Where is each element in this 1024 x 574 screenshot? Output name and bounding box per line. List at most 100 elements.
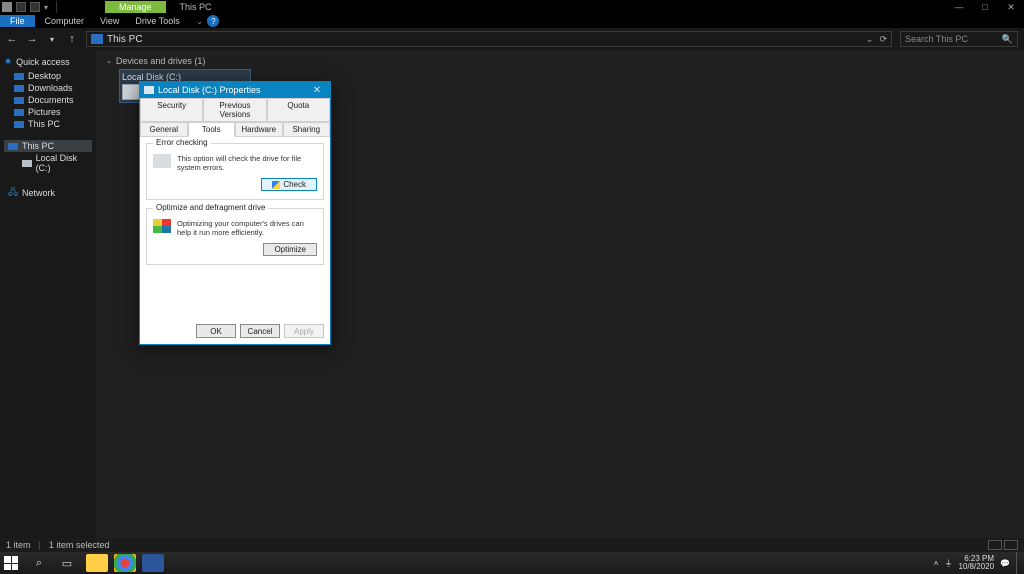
status-bar: 1 item | 1 item selected xyxy=(0,538,1024,552)
taskbar-app-chrome[interactable] xyxy=(114,554,136,572)
minimize-button[interactable]: — xyxy=(946,0,972,14)
sidebar-item-documents[interactable]: Documents xyxy=(4,94,92,106)
quick-access-label: Quick access xyxy=(16,57,70,67)
sidebar-item-desktop[interactable]: Desktop xyxy=(4,70,92,82)
search-icon[interactable]: ⌕ xyxy=(30,555,48,571)
address-dropdown-icon[interactable]: ⌄ xyxy=(866,34,874,45)
tray-notifications-icon[interactable]: 💬 xyxy=(1000,559,1010,568)
tab-general[interactable]: General xyxy=(140,122,188,137)
qa-icon[interactable] xyxy=(16,2,26,12)
tray-date: 10/8/2020 xyxy=(958,563,994,571)
tab-security[interactable]: Security xyxy=(140,98,203,122)
folder-icon xyxy=(14,97,24,104)
tab-tools[interactable]: Tools xyxy=(188,122,236,137)
tray-clock[interactable]: 6:23 PM 10/8/2020 xyxy=(958,555,994,571)
sidebar-item-label: Downloads xyxy=(28,83,73,93)
view-large-button[interactable] xyxy=(1004,540,1018,550)
qa-dropdown-icon[interactable]: ▾ xyxy=(44,3,48,12)
taskbar: ⌕ ▭ ˄ ⏚ 6:23 PM 10/8/2020 💬 xyxy=(0,552,1024,574)
properties-dialog: Local Disk (C:) Properties ✕ Security Pr… xyxy=(139,81,331,345)
separator xyxy=(56,1,57,13)
sidebar-item-downloads[interactable]: Downloads xyxy=(4,82,92,94)
sidebar-item-label: Desktop xyxy=(28,71,61,81)
nav-back-icon[interactable]: ← xyxy=(6,33,18,45)
ribbon-tab-view[interactable]: View xyxy=(100,16,119,26)
sidebar-item-label: This PC xyxy=(28,119,60,129)
show-desktop-button[interactable] xyxy=(1016,552,1020,574)
maximize-button[interactable]: □ xyxy=(972,0,998,14)
system-tray[interactable]: ˄ ⏚ 6:23 PM 10/8/2020 💬 xyxy=(934,555,1010,571)
folder-icon xyxy=(14,73,24,80)
ribbon-tab-computer[interactable]: Computer xyxy=(45,16,85,26)
drive-check-icon xyxy=(153,154,171,168)
tab-quota[interactable]: Quota xyxy=(267,98,330,122)
pc-icon xyxy=(91,34,103,44)
button-label: Check xyxy=(283,180,306,189)
taskbar-app-word[interactable] xyxy=(142,554,164,572)
sidebar-item-label: This PC xyxy=(22,141,54,151)
ribbon-file[interactable]: File xyxy=(0,15,35,27)
tray-network-icon[interactable]: ⏚ xyxy=(944,558,952,569)
address-text: This PC xyxy=(107,34,143,45)
sidebar-quick-access[interactable]: ★ Quick access xyxy=(4,56,92,67)
search-icon[interactable]: 🔍 xyxy=(1002,34,1013,45)
ok-button[interactable]: OK xyxy=(196,324,236,338)
drive-icon xyxy=(22,160,32,167)
view-details-button[interactable] xyxy=(988,540,1002,550)
sidebar-item-label: Network xyxy=(22,188,55,198)
sidebar-this-pc[interactable]: This PC xyxy=(4,140,92,152)
nav-forward-icon[interactable]: → xyxy=(26,33,38,45)
tray-chevron-icon[interactable]: ˄ xyxy=(934,559,939,568)
sidebar-local-disk[interactable]: Local Disk (C:) xyxy=(4,152,92,174)
nav-up-icon[interactable]: ↑ xyxy=(66,33,78,45)
tab-sharing[interactable]: Sharing xyxy=(283,122,331,137)
sidebar-item-label: Local Disk (C:) xyxy=(36,153,92,173)
shield-icon xyxy=(272,181,280,189)
sidebar-item-thispc-pinned[interactable]: This PC xyxy=(4,118,92,130)
group-error-checking: Error checking This option will check th… xyxy=(146,143,324,200)
help-icon[interactable]: ? xyxy=(207,15,219,27)
close-button[interactable]: ✕ xyxy=(998,0,1024,14)
ribbon-context-manage[interactable]: Manage xyxy=(105,1,166,13)
group-desc: This option will check the drive for fil… xyxy=(153,154,317,172)
dialog-tabs: Security Previous Versions Quota General… xyxy=(140,98,330,137)
optimize-button[interactable]: Optimize xyxy=(263,243,317,256)
taskbar-app-explorer[interactable] xyxy=(86,554,108,572)
nav-recent-icon[interactable]: ▾ xyxy=(46,35,58,44)
sidebar-item-label: Pictures xyxy=(28,107,61,117)
pc-icon xyxy=(8,143,18,150)
check-button[interactable]: Check xyxy=(261,178,317,191)
sidebar-item-pictures[interactable]: Pictures xyxy=(4,106,92,118)
search-box[interactable]: Search This PC 🔍 xyxy=(900,31,1018,47)
status-selected: 1 item selected xyxy=(49,540,110,550)
dialog-close-button[interactable]: ✕ xyxy=(308,82,326,98)
apply-button: Apply xyxy=(284,324,324,338)
sidebar-network[interactable]: 🖧 Network xyxy=(4,184,92,202)
qa-icon-2[interactable] xyxy=(30,2,40,12)
address-bar[interactable]: This PC ⌄ ⟳ xyxy=(86,31,892,47)
network-icon: 🖧 xyxy=(8,185,18,201)
star-icon: ★ xyxy=(4,56,12,67)
search-placeholder: Search This PC xyxy=(905,34,968,44)
section-label: Devices and drives (1) xyxy=(116,56,206,66)
sidebar-item-label: Documents xyxy=(28,95,74,105)
tab-hardware[interactable]: Hardware xyxy=(235,122,283,137)
start-button[interactable] xyxy=(4,556,18,570)
system-menu-icon[interactable] xyxy=(2,2,12,12)
titlebar: ▾ Manage This PC — □ ✕ xyxy=(0,0,1024,14)
ribbon-expand-icon[interactable]: ⌄ xyxy=(196,16,204,27)
tab-previous-versions[interactable]: Previous Versions xyxy=(203,98,266,122)
dialog-titlebar[interactable]: Local Disk (C:) Properties ✕ xyxy=(140,82,330,98)
cancel-button[interactable]: Cancel xyxy=(240,324,280,338)
status-items: 1 item xyxy=(6,540,31,550)
drive-icon xyxy=(144,86,154,94)
refresh-icon[interactable]: ⟳ xyxy=(879,34,887,45)
ribbon: File Computer View Drive Tools ⌄ ? xyxy=(0,14,1024,28)
group-optimize: Optimize and defragment drive Optimizing… xyxy=(146,208,324,265)
tab-body-tools: Error checking This option will check th… xyxy=(140,137,330,329)
folder-icon xyxy=(14,85,24,92)
task-view-icon[interactable]: ▭ xyxy=(58,555,76,571)
ribbon-tab-drive-tools[interactable]: Drive Tools xyxy=(135,16,179,26)
section-devices-drives[interactable]: ⌄ Devices and drives (1) xyxy=(106,56,1014,66)
group-desc: Optimizing your computer's drives can he… xyxy=(153,219,317,237)
